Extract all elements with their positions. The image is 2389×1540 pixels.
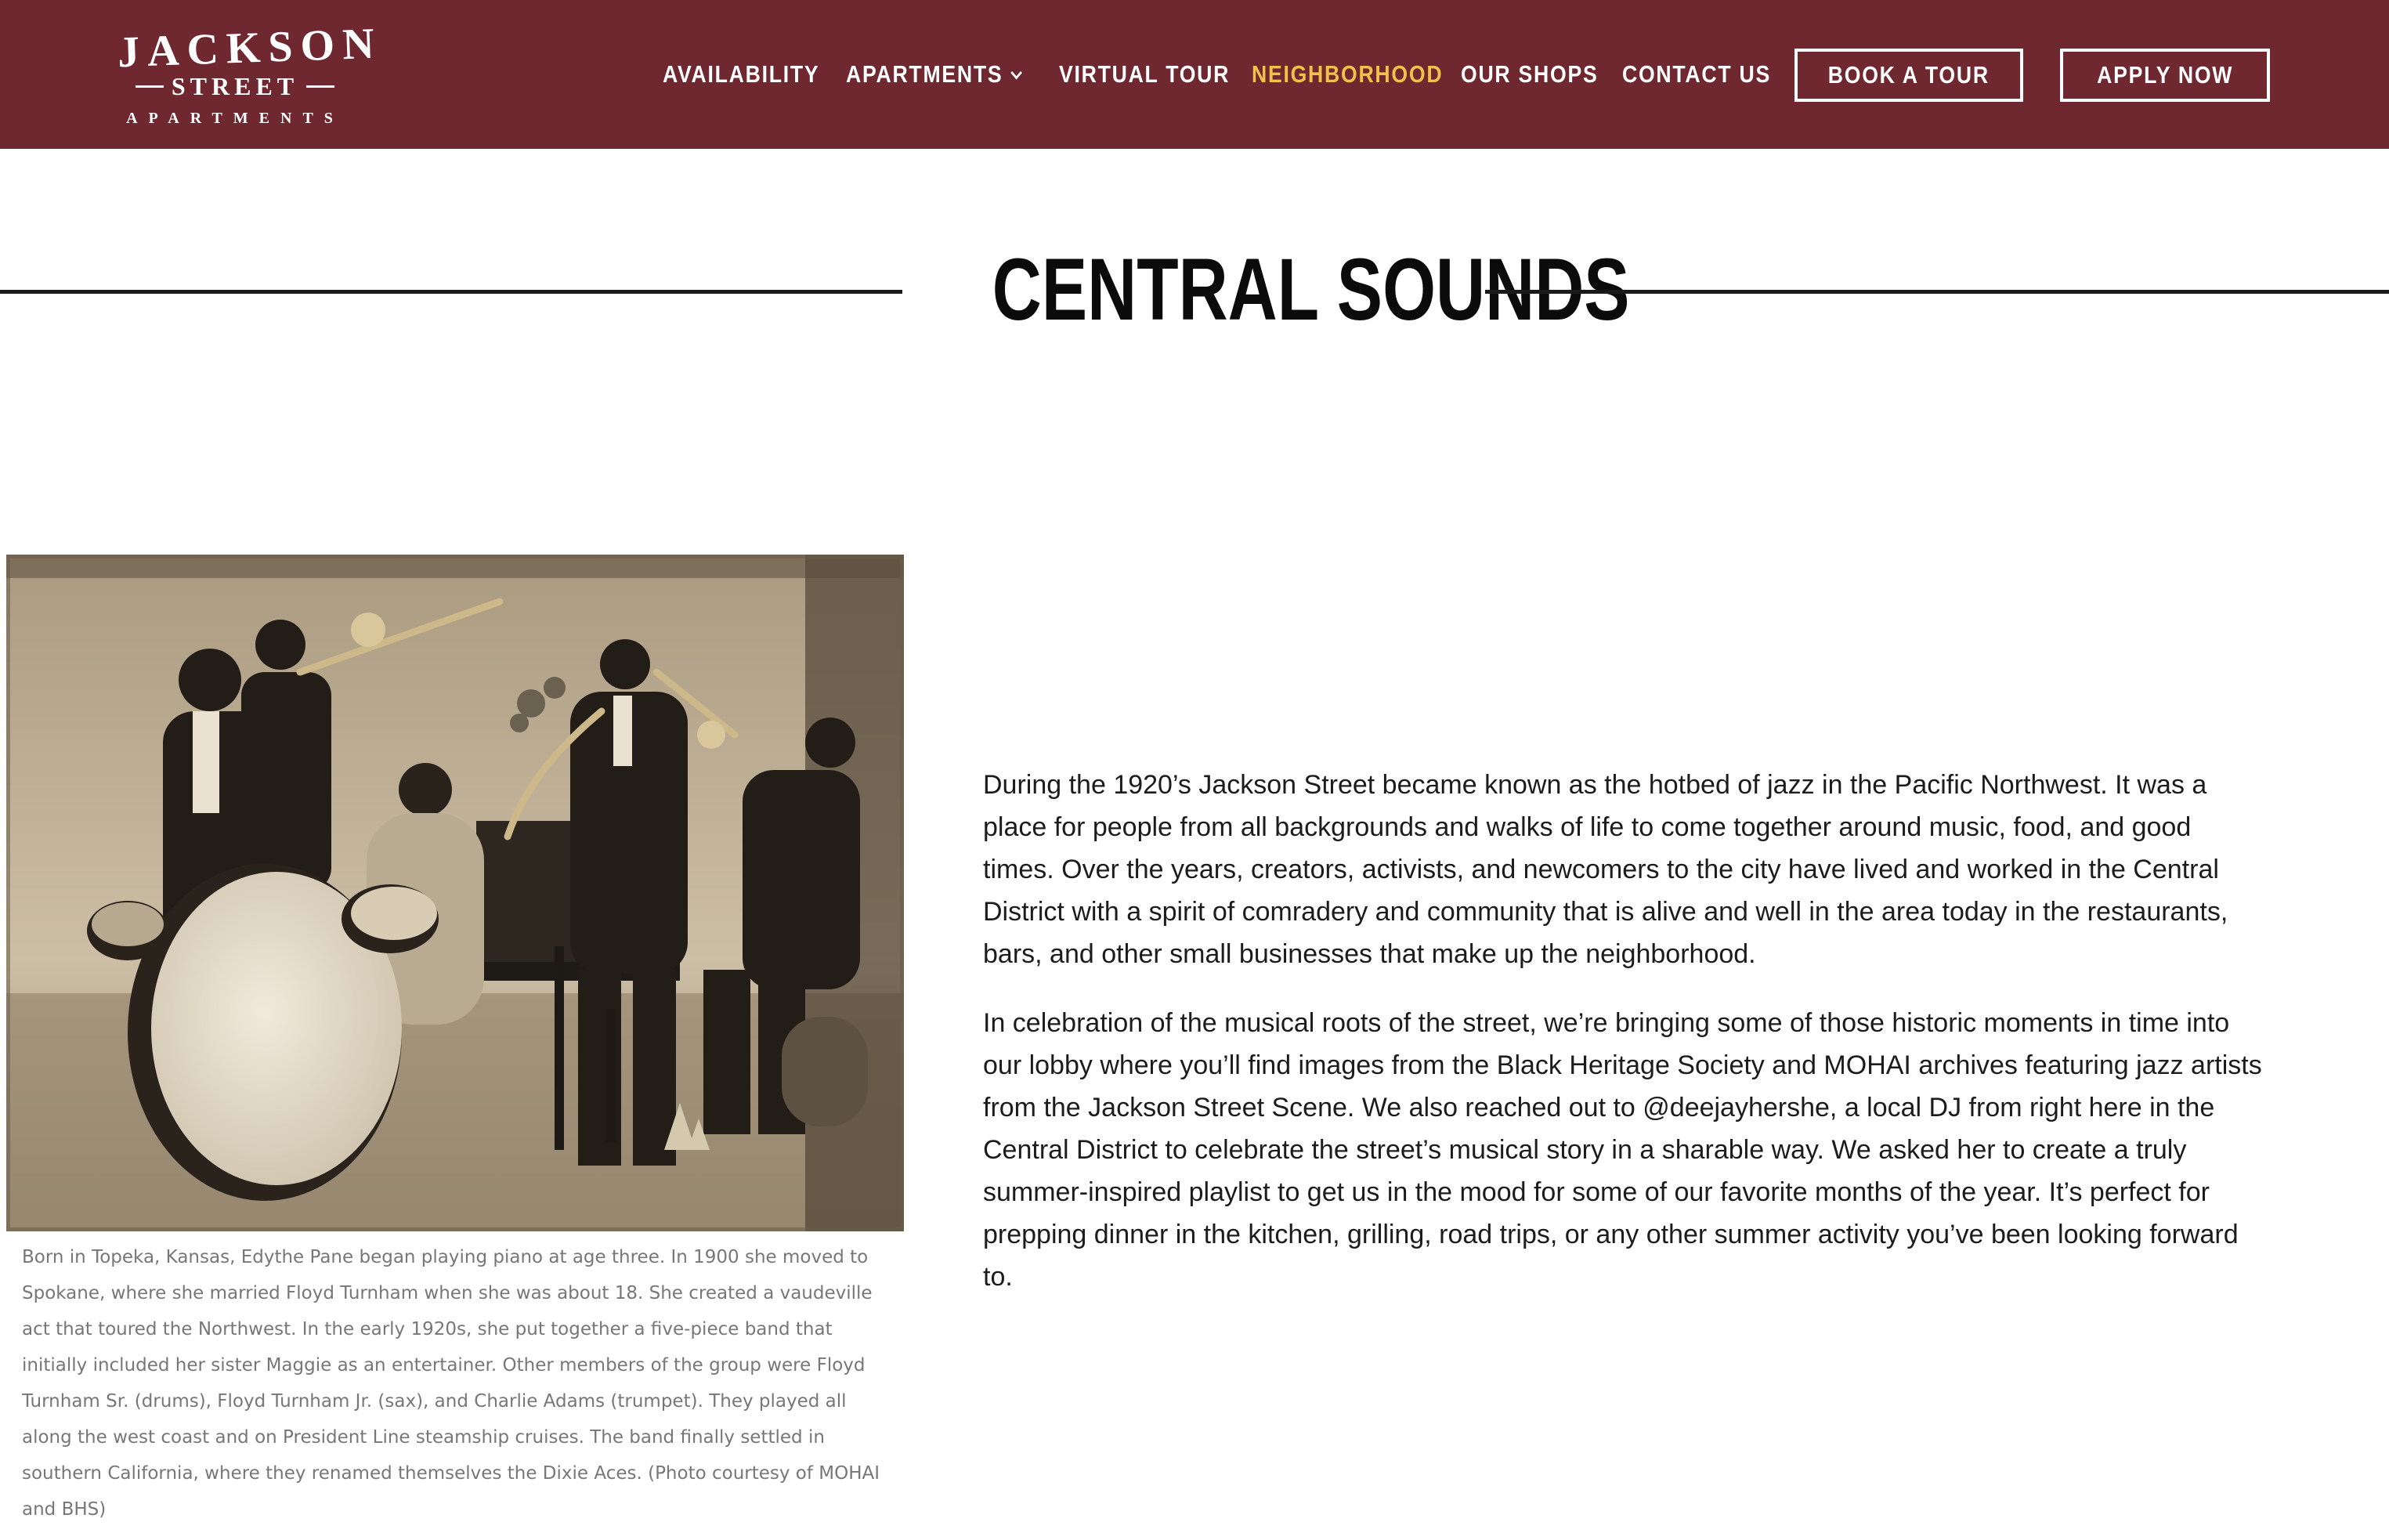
- page: JACKSON STREET APARTMENTS AVAILABILITY A…: [0, 0, 2389, 1540]
- nav-contact-us[interactable]: CONTACT US: [1622, 49, 1771, 100]
- nav-apartments[interactable]: APARTMENTS: [846, 49, 1022, 100]
- book-a-tour-label: BOOK A TOUR: [1827, 61, 1990, 89]
- article-body: During the 1920’s Jackson Street became …: [983, 764, 2268, 1325]
- band-photo-illustration: [6, 555, 904, 1231]
- nav-virtual-tour[interactable]: VIRTUAL TOUR: [1059, 49, 1230, 100]
- apply-now-label: APPLY NOW: [2096, 61, 2233, 89]
- nav-apartments-label: APARTMENTS: [846, 60, 1003, 88]
- chevron-down-icon[interactable]: [1010, 66, 1022, 80]
- logo-line-3: APARTMENTS: [126, 110, 344, 127]
- article-paragraph-1: During the 1920’s Jackson Street became …: [983, 770, 2228, 969]
- photo-caption: Born in Topeka, Kansas, Edythe Pane bega…: [22, 1247, 880, 1520]
- nav-neighborhood[interactable]: NEIGHBORHOOD: [1252, 49, 1443, 100]
- article-paragraph-2: In celebration of the musical roots of t…: [983, 1008, 2262, 1292]
- site-header: JACKSON STREET APARTMENTS AVAILABILITY A…: [0, 0, 2389, 149]
- book-a-tour-button[interactable]: BOOK A TOUR: [1794, 49, 2023, 102]
- main-nav: AVAILABILITY APARTMENTS VIRTUAL TOUR NEI…: [0, 49, 2389, 102]
- title-section: CENTRAL SOUNDS: [0, 235, 2389, 345]
- nav-our-shops[interactable]: OUR SHOPS: [1461, 49, 1598, 100]
- page-title: CENTRAL SOUNDS: [902, 235, 1630, 345]
- title-rule-right: [1485, 290, 2389, 294]
- title-rule-left: [0, 290, 902, 294]
- band-photo: [6, 555, 904, 1231]
- nav-availability[interactable]: AVAILABILITY: [663, 49, 819, 100]
- apply-now-button[interactable]: APPLY NOW: [2060, 49, 2270, 102]
